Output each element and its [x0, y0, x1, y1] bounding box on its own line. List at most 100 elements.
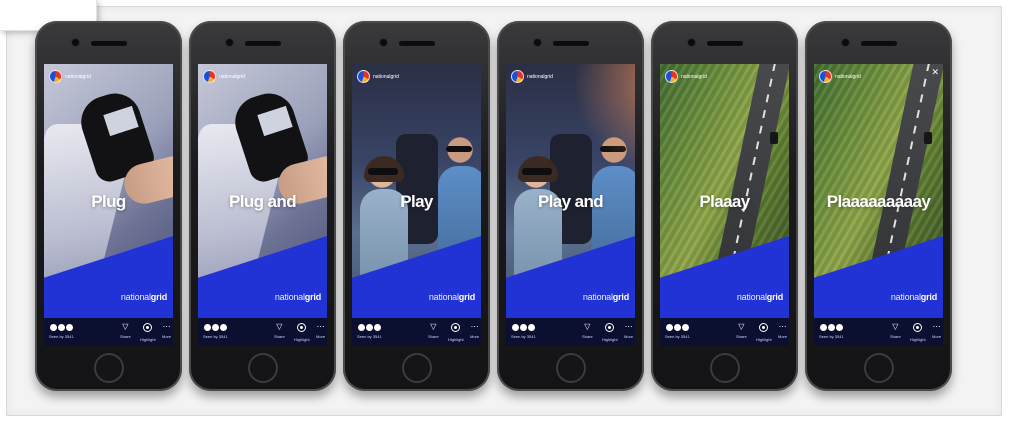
home-button[interactable] [709, 353, 740, 383]
story-screen[interactable]: nationalgrid Plaaay nationalgrid Seen by 35… [660, 64, 789, 346]
story-action-bar: Seen by 3541 ▽ Share Highlight ⋯ More [198, 318, 327, 346]
story-header[interactable]: nationalgrid [49, 70, 91, 83]
highlight-button[interactable]: Highlight [910, 323, 926, 342]
brand-logo-prefix: national [582, 292, 613, 302]
story-username[interactable]: nationalgrid [219, 74, 245, 80]
brand-logo: nationalgrid [891, 292, 937, 302]
close-icon[interactable]: ✕ [931, 67, 939, 78]
story-screen[interactable]: nationalgrid Play and nationalgrid Seen by … [506, 64, 635, 346]
brand-avatar-icon[interactable] [357, 70, 370, 83]
share-button[interactable]: ▽ Share [428, 323, 439, 340]
story-username[interactable]: nationalgrid [373, 74, 399, 80]
highlight-icon [756, 323, 772, 334]
story-header[interactable]: nationalgrid [511, 70, 553, 83]
more-button[interactable]: ⋯ More [162, 323, 171, 340]
brand-avatar-icon[interactable] [203, 70, 216, 83]
highlight-button[interactable]: Highlight [448, 323, 464, 342]
story-header[interactable]: nationalgrid [665, 70, 707, 83]
share-button[interactable]: ▽ Share [890, 323, 901, 340]
highlight-button[interactable]: Highlight [602, 323, 618, 342]
viewer-avatar [219, 323, 228, 332]
seen-by-label[interactable]: Seen by 3541 [203, 334, 228, 339]
seen-by-label[interactable]: Seen by 3541 [357, 334, 382, 339]
seen-by-label[interactable]: Seen by 3541 [511, 334, 536, 339]
front-camera [532, 38, 542, 47]
home-button[interactable] [93, 353, 124, 383]
more-icon: ⋯ [316, 322, 325, 331]
more-button[interactable]: ⋯ More [932, 322, 941, 340]
story-action-bar: Seen by 3541 ▽ Share Highlight ⋯ More [660, 318, 789, 346]
more-button[interactable]: ⋯ More [624, 323, 633, 340]
highlight-label: Highlight [140, 337, 156, 342]
viewer-avatar [65, 323, 74, 332]
front-camera [70, 38, 80, 47]
share-label: Share [890, 334, 901, 339]
more-button[interactable]: ⋯ More [470, 323, 479, 340]
seen-by-avatars[interactable] [357, 323, 382, 332]
brand-logo-prefix: national [428, 292, 459, 302]
share-button[interactable]: ▽ Share [120, 323, 131, 340]
more-icon: ⋯ [932, 322, 941, 331]
story-screen[interactable]: nationalgrid ✕ Plaaaaaaaaay nationalgrid See… [814, 64, 943, 346]
story-username[interactable]: nationalgrid [527, 74, 553, 80]
seen-by-avatars[interactable] [665, 323, 690, 332]
story-screen[interactable]: nationalgrid Plug and nationalgrid Seen by … [198, 64, 327, 346]
seen-by-avatars[interactable] [511, 323, 536, 332]
viewer-avatar [681, 323, 690, 332]
home-button[interactable] [863, 353, 894, 383]
home-button[interactable] [401, 353, 432, 383]
brand-avatar-icon[interactable] [511, 70, 524, 83]
seen-by-label[interactable]: Seen by 3541 [819, 334, 844, 339]
story-action-bar: Seen by 3541 ▽ Share Highlight ⋯ More [352, 318, 481, 346]
brand-avatar-icon[interactable] [665, 70, 678, 83]
highlight-label: Highlight [448, 337, 464, 342]
story-screen[interactable]: nationalgrid Play nationalgrid Seen by 3541… [352, 64, 481, 346]
share-label: Share [428, 334, 439, 339]
phone-2: nationalgrid Plug and nationalgrid Seen by … [189, 21, 336, 391]
story-action-bar: Seen by 3541 ▽ Share Highlight ⋯ More [814, 318, 943, 346]
highlight-button[interactable]: Highlight [294, 323, 310, 342]
story-header[interactable]: nationalgrid [203, 70, 245, 83]
home-button[interactable] [555, 353, 586, 383]
highlight-label: Highlight [910, 337, 926, 342]
home-button[interactable] [247, 353, 278, 383]
highlight-button[interactable]: Highlight [756, 323, 772, 342]
share-button[interactable]: ▽ Share [582, 323, 593, 340]
brand-logo-prefix: national [120, 292, 151, 302]
share-button[interactable]: ▽ Share [274, 323, 285, 340]
phone-row: nationalgrid Plug nationalgrid Seen by 3541… [0, 0, 1009, 422]
viewer-avatar [373, 323, 382, 332]
brand-logo-bold: grid [458, 292, 475, 302]
front-camera [686, 38, 696, 47]
brand-avatar-icon[interactable] [819, 70, 832, 83]
more-button[interactable]: ⋯ More [316, 322, 326, 340]
story-headline: Plug [91, 192, 126, 211]
brand-logo: nationalgrid [121, 292, 167, 302]
more-label: More [316, 334, 326, 339]
brand-logo-prefix: national [736, 292, 767, 302]
brand-logo-prefix: national [890, 292, 921, 302]
story-username[interactable]: nationalgrid [65, 74, 91, 80]
story-header[interactable]: nationalgrid [357, 70, 399, 83]
story-username[interactable]: nationalgrid [835, 74, 861, 80]
brand-avatar-icon[interactable] [49, 70, 62, 83]
brand-logo: nationalgrid [275, 292, 321, 302]
story-username[interactable]: nationalgrid [681, 74, 707, 80]
seen-by-avatars[interactable] [203, 323, 228, 332]
highlight-icon [294, 323, 310, 334]
seen-by-avatars[interactable] [49, 323, 74, 332]
phone-5: nationalgrid Plaaay nationalgrid Seen by 35… [651, 21, 798, 391]
front-camera [378, 38, 388, 47]
seen-by-label[interactable]: Seen by 3541 [49, 334, 74, 339]
earpiece-speaker [90, 41, 127, 46]
highlight-button[interactable]: Highlight [140, 323, 156, 342]
earpiece-speaker [860, 41, 897, 46]
seen-by-label[interactable]: Seen by 3541 [665, 334, 690, 339]
share-button[interactable]: ▽ Share [736, 323, 747, 340]
seen-by-avatars[interactable] [819, 323, 844, 332]
story-header[interactable]: nationalgrid [819, 70, 861, 83]
highlight-label: Highlight [294, 337, 310, 342]
brand-logo-bold: grid [920, 292, 937, 302]
story-screen[interactable]: nationalgrid Plug nationalgrid Seen by 3541… [44, 64, 173, 346]
more-button[interactable]: ⋯ More [778, 323, 787, 340]
